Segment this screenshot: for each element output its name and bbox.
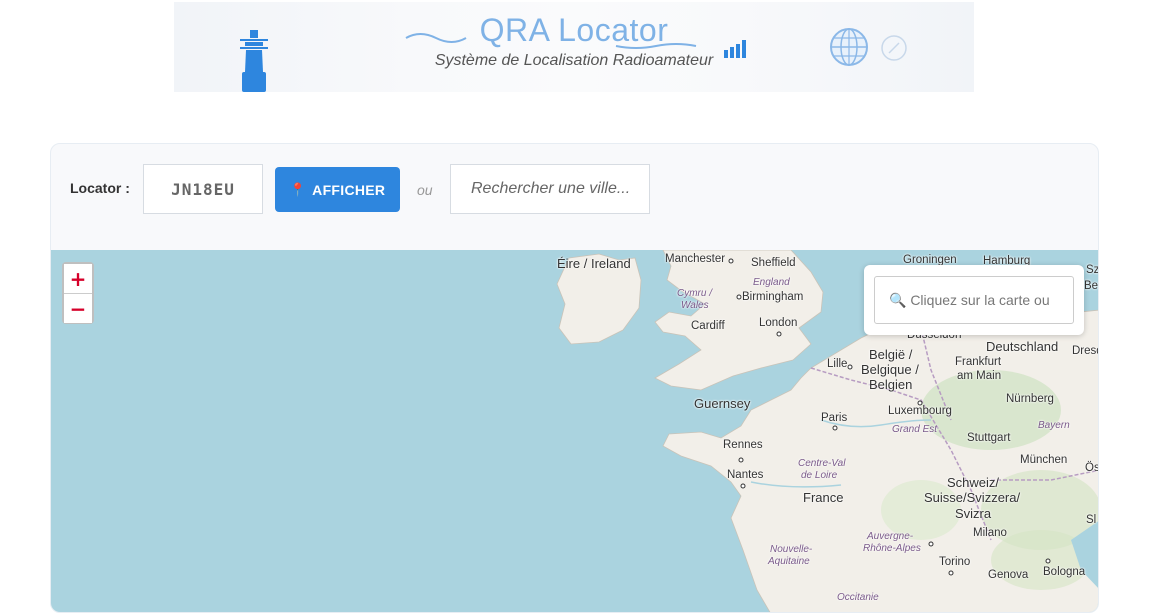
map-label: München: [1020, 454, 1068, 466]
map-label: Schweiz/: [947, 475, 1000, 490]
globe-icon: [830, 28, 868, 66]
zoom-control: + −: [62, 262, 94, 324]
zoom-out-button[interactable]: −: [64, 294, 92, 323]
locator-card: Locator : 📍 AFFICHER ou: [50, 143, 1099, 613]
map-label: Nürnberg: [1006, 393, 1054, 405]
show-button-label: AFFICHER: [312, 181, 386, 198]
map-label: Centre-Val: [798, 458, 846, 469]
map-label: Sl: [1086, 514, 1097, 526]
pin-icon: 📍: [289, 181, 307, 197]
map-label: Bologna: [1043, 566, 1086, 578]
map-label: België /: [869, 347, 913, 362]
header-banner: QRA Locator Système de Localisation Radi…: [174, 2, 974, 92]
show-button[interactable]: 📍 AFFICHER: [275, 167, 400, 212]
map-label: Belgien: [869, 377, 913, 392]
map-label: Éire / Ireland: [557, 256, 631, 271]
map-label: Cardiff: [691, 320, 725, 332]
map-search-input[interactable]: [874, 276, 1074, 324]
map-label: Bayern: [1038, 420, 1070, 431]
map-label: Dresd: [1072, 345, 1098, 357]
map-label: Milano: [973, 527, 1007, 539]
map-label: Rennes: [723, 439, 763, 451]
map-label: Berlin: [1084, 280, 1099, 292]
map-label: Aquitaine: [768, 556, 810, 567]
map-label: Birmingham: [742, 291, 804, 303]
map-label: Manchester: [665, 253, 726, 265]
map-label: Occitanie: [837, 592, 879, 603]
map-label: Ös: [1085, 462, 1099, 474]
map-label: Torino: [939, 556, 971, 568]
map-label: de Loire: [801, 470, 838, 481]
map-label: am Main: [957, 370, 1002, 382]
zoom-in-button[interactable]: +: [64, 264, 92, 293]
wave-underline-icon: [615, 43, 697, 49]
map-label: France: [803, 490, 844, 505]
city-search-input[interactable]: [450, 164, 650, 214]
map-label: Nantes: [727, 469, 764, 481]
map-label: Wales: [681, 300, 709, 311]
map-label: Genova: [988, 569, 1029, 581]
locator-input[interactable]: [143, 164, 263, 214]
map-label: Sz: [1086, 264, 1099, 276]
map-label: England: [753, 277, 790, 288]
map-label: Rhône-Alpes: [863, 543, 921, 554]
map-label: Suisse/Svizzera/: [924, 490, 1021, 505]
map-view[interactable]: Éire / Ireland Manchester Sheffield Engl…: [51, 250, 1099, 612]
map-label: Luxembourg: [888, 405, 952, 417]
map-label: Cymru /: [677, 288, 712, 299]
map-label: Deutschland: [986, 339, 1059, 354]
map-label: Frankfurt: [955, 356, 1002, 368]
map-label: Svizra: [955, 506, 992, 521]
map-label: Auvergne-: [867, 531, 914, 542]
map-label: Sheffield: [751, 257, 796, 269]
map-label: London: [759, 317, 798, 329]
locator-controls: Locator : 📍 AFFICHER ou: [51, 144, 1098, 250]
compass-icon: [881, 35, 907, 61]
map-label: Belgique /: [861, 362, 919, 377]
map-label: Stuttgart: [967, 432, 1011, 444]
or-separator: ou: [417, 182, 433, 198]
map-label: Guernsey: [694, 396, 751, 411]
map-search-panel: [864, 265, 1084, 335]
locator-label: Locator :: [70, 180, 130, 196]
signal-bars-icon: [724, 40, 746, 58]
map-label: Grand Est: [892, 424, 938, 435]
map-label: Paris: [821, 412, 848, 424]
map-label: Lille: [827, 358, 848, 370]
map-label: Nouvelle-: [770, 544, 813, 555]
